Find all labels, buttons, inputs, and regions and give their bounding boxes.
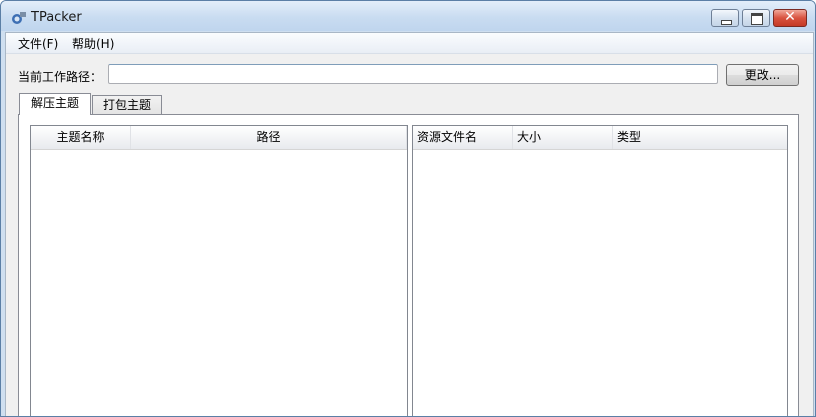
menu-file[interactable]: 文件(F) <box>14 35 62 52</box>
tab-pack-theme[interactable]: 打包主题 <box>92 95 162 115</box>
resource-list-header: 资源文件名 大小 类型 <box>413 126 787 150</box>
window-title: TPacker <box>31 10 82 25</box>
tab-extract-theme[interactable]: 解压主题 <box>19 93 91 115</box>
column-header-theme-name[interactable]: 主题名称 <box>31 126 131 149</box>
close-button[interactable]: ✕ <box>773 9 807 27</box>
working-path-input[interactable] <box>108 64 718 84</box>
maximize-button[interactable] <box>742 9 770 27</box>
theme-list[interactable]: 主题名称 路径 <box>30 125 408 416</box>
column-header-path[interactable]: 路径 <box>131 126 407 149</box>
change-path-button[interactable]: 更改... <box>726 64 799 86</box>
column-header-resource-name[interactable]: 资源文件名 <box>413 126 513 149</box>
column-header-size[interactable]: 大小 <box>513 126 613 149</box>
minimize-icon <box>721 20 732 25</box>
menu-help[interactable]: 帮助(H) <box>68 35 118 52</box>
tab-panel: 主题名称 路径 资源文件名 大小 类型 <box>18 114 799 416</box>
working-path-label: 当前工作路径： <box>18 70 103 84</box>
title-bar[interactable]: TPacker ✕ <box>1 1 815 31</box>
column-header-type[interactable]: 类型 <box>613 126 787 149</box>
app-icon <box>12 12 26 24</box>
maximize-icon <box>751 13 763 25</box>
client-area: 文件(F) 帮助(H) 当前工作路径： 更改... 解压主题 打包主题 主题名称… <box>5 32 814 416</box>
resource-list[interactable]: 资源文件名 大小 类型 <box>412 125 788 416</box>
app-window: TPacker ✕ 文件(F) 帮助(H) 当前工作路径： 更改... 解压主题… <box>0 0 816 417</box>
close-icon: ✕ <box>784 9 796 25</box>
theme-list-header: 主题名称 路径 <box>31 126 407 150</box>
minimize-button[interactable] <box>711 9 739 27</box>
menu-bar: 文件(F) 帮助(H) <box>6 33 813 54</box>
